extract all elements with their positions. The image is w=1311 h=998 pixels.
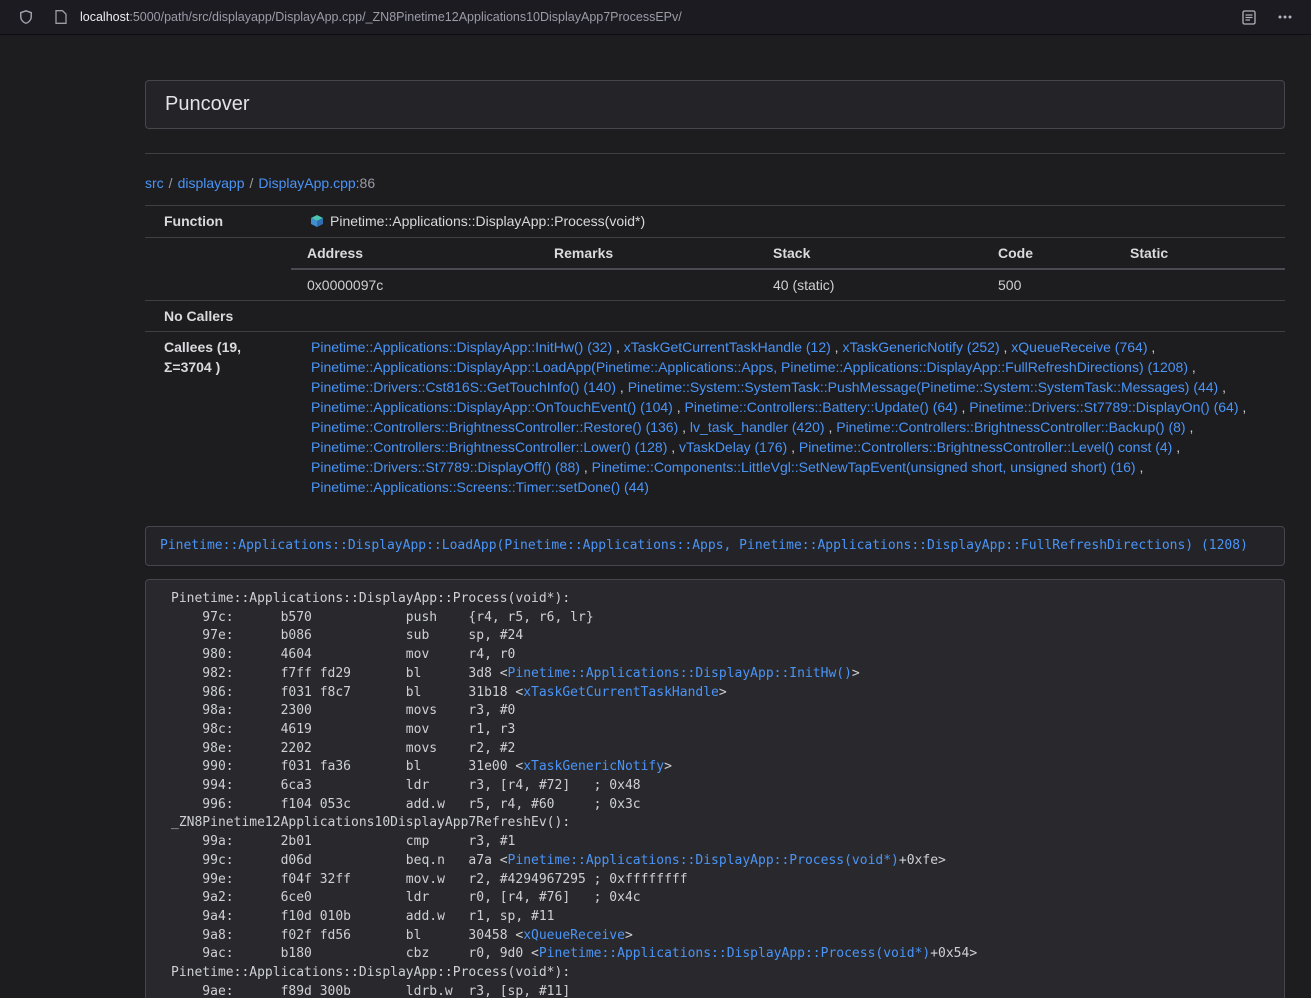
callee-link[interactable]: Pinetime::Controllers::Battery::Update()… <box>685 399 958 415</box>
callee-separator: , <box>1000 339 1012 355</box>
callee-separator: , <box>678 419 690 435</box>
callee-link[interactable]: xQueueReceive (764) <box>1011 339 1147 355</box>
callee-link[interactable]: Pinetime::System::SystemTask::PushMessag… <box>628 379 1219 395</box>
column-address: Address <box>291 238 546 269</box>
callee-link[interactable]: Pinetime::Drivers::Cst816S::GetTouchInfo… <box>311 379 616 395</box>
column-code: Code <box>990 238 1122 269</box>
callee-link[interactable]: Pinetime::Components::LittleVgl::SetNewT… <box>592 459 1136 475</box>
url-path: :5000/path/src/displayapp/DisplayApp.cpp… <box>129 10 681 24</box>
breadcrumb-file-link[interactable]: DisplayApp.cpp <box>258 175 355 191</box>
callee-separator: , <box>1239 399 1247 415</box>
disassembly-panel: Pinetime::Applications::DisplayApp::Proc… <box>145 579 1285 998</box>
callee-separator: , <box>1136 459 1144 475</box>
callee-link[interactable]: lv_task_handler (420) <box>690 419 825 435</box>
callee-separator: , <box>580 459 592 475</box>
stats-table-cell: Address Remarks Stack Code Static 0x0000… <box>291 238 1285 301</box>
column-static: Static <box>1122 238 1285 269</box>
callee-separator: , <box>825 419 837 435</box>
stats-table: Address Remarks Stack Code Static 0x0000… <box>291 238 1285 300</box>
asm-symbol-link[interactable]: xTaskGenericNotify <box>523 759 664 774</box>
callee-link[interactable]: Pinetime::Applications::DisplayApp::Init… <box>311 339 612 355</box>
url-host: localhost <box>80 10 129 24</box>
callee-link[interactable]: Pinetime::Controllers::BrightnessControl… <box>311 419 678 435</box>
page-info-icon[interactable] <box>50 4 72 30</box>
no-callers-label: No Callers <box>145 301 291 332</box>
callee-link[interactable]: Pinetime::Applications::DisplayApp::OnTo… <box>311 399 673 415</box>
no-callers-row: No Callers <box>145 301 1285 332</box>
static-value <box>1122 269 1285 300</box>
browser-toolbar: localhost:5000/path/src/displayapp/Displ… <box>0 0 1311 35</box>
breadcrumb-src-link[interactable]: src <box>145 175 164 191</box>
toolbar-right <box>1235 4 1299 30</box>
callee-separator: , <box>1147 339 1155 355</box>
shield-icon[interactable] <box>12 4 40 30</box>
breadcrumb: src/displayapp/DisplayApp.cpp:86 <box>145 175 1285 191</box>
callee-separator: , <box>1218 379 1226 395</box>
asm-symbol-link[interactable]: Pinetime::Applications::DisplayApp::Proc… <box>508 853 899 868</box>
asm-symbol-link[interactable]: xTaskGetCurrentTaskHandle <box>523 685 719 700</box>
asm-symbol-link[interactable]: Pinetime::Applications::DisplayApp::Proc… <box>539 946 930 961</box>
remarks-value <box>546 269 765 300</box>
callee-link[interactable]: Pinetime::Controllers::BrightnessControl… <box>799 439 1172 455</box>
function-table: Function Pinetime::Applications::Display… <box>145 205 1285 502</box>
callee-separator: , <box>667 439 679 455</box>
callee-link[interactable]: Pinetime::Controllers::BrightnessControl… <box>836 419 1185 435</box>
callee-link[interactable]: Pinetime::Applications::DisplayApp::Load… <box>311 359 1188 375</box>
breadcrumb-line-number: :86 <box>356 175 375 191</box>
callee-separator: , <box>1172 439 1180 455</box>
callee-link[interactable]: Pinetime::Drivers::St7789::DisplayOn() (… <box>969 399 1238 415</box>
callee-separator: , <box>831 339 843 355</box>
breadcrumb-displayapp-link[interactable]: displayapp <box>178 175 245 191</box>
page-title-panel: Puncover <box>145 80 1285 129</box>
callee-separator: , <box>958 399 970 415</box>
asm-symbol-link[interactable]: Pinetime::Applications::DisplayApp::Init… <box>508 666 852 681</box>
stats-row-label <box>145 238 291 301</box>
no-callers-cell <box>291 301 1285 332</box>
function-label: Function <box>145 206 291 238</box>
divider <box>145 153 1285 154</box>
column-remarks: Remarks <box>546 238 765 269</box>
asm-symbol-link[interactable]: xQueueReceive <box>523 928 625 943</box>
page-title: Puncover <box>165 93 250 115</box>
callees-label: Callees (19, Σ=3704 ) <box>145 332 291 503</box>
callees-list: Pinetime::Applications::DisplayApp::Init… <box>291 332 1285 503</box>
callee-link[interactable]: Pinetime::Controllers::BrightnessControl… <box>311 439 667 455</box>
code-value: 500 <box>990 269 1122 300</box>
disassembly-pre: Pinetime::Applications::DisplayApp::Proc… <box>171 590 1270 998</box>
function-row: Function Pinetime::Applications::Display… <box>145 206 1285 238</box>
breadcrumb-separator: / <box>250 175 254 191</box>
reader-view-icon[interactable] <box>1235 4 1263 30</box>
callees-row: Callees (19, Σ=3704 ) Pinetime::Applicat… <box>145 332 1285 503</box>
callee-link[interactable]: xTaskGetCurrentTaskHandle (12) <box>624 339 831 355</box>
function-symbol-icon <box>311 212 323 232</box>
stats-row: Address Remarks Stack Code Static 0x0000… <box>145 238 1285 301</box>
callee-link[interactable]: Pinetime::Drivers::St7789::DisplayOff() … <box>311 459 580 475</box>
callee-separator: , <box>612 339 624 355</box>
stats-header-row: Address Remarks Stack Code Static <box>291 238 1285 269</box>
callee-separator: , <box>787 439 799 455</box>
column-stack: Stack <box>765 238 990 269</box>
callee-link[interactable]: Pinetime::Applications::Screens::Timer::… <box>311 479 649 495</box>
address-value: 0x0000097c <box>291 269 546 300</box>
breadcrumb-separator: / <box>169 175 173 191</box>
callee-separator: , <box>616 379 628 395</box>
callee-link[interactable]: vTaskDelay (176) <box>679 439 787 455</box>
menu-icon[interactable] <box>1271 4 1299 30</box>
loadapp-link[interactable]: Pinetime::Applications::DisplayApp::Load… <box>160 538 1248 553</box>
loadapp-panel: Pinetime::Applications::DisplayApp::Load… <box>145 526 1285 566</box>
page-content: Puncover src/displayapp/DisplayApp.cpp:8… <box>145 80 1285 998</box>
callee-separator: , <box>1188 359 1196 375</box>
url-bar[interactable]: localhost:5000/path/src/displayapp/Displ… <box>50 4 1227 30</box>
callee-link[interactable]: xTaskGenericNotify (252) <box>842 339 999 355</box>
function-name: Pinetime::Applications::DisplayApp::Proc… <box>330 213 645 229</box>
stats-value-row: 0x0000097c 40 (static) 500 <box>291 269 1285 300</box>
callee-separator: , <box>673 399 685 415</box>
callee-separator: , <box>1186 419 1194 435</box>
stack-value: 40 (static) <box>765 269 990 300</box>
function-name-cell: Pinetime::Applications::DisplayApp::Proc… <box>291 206 1285 238</box>
url-text[interactable]: localhost:5000/path/src/displayapp/Displ… <box>80 10 682 24</box>
